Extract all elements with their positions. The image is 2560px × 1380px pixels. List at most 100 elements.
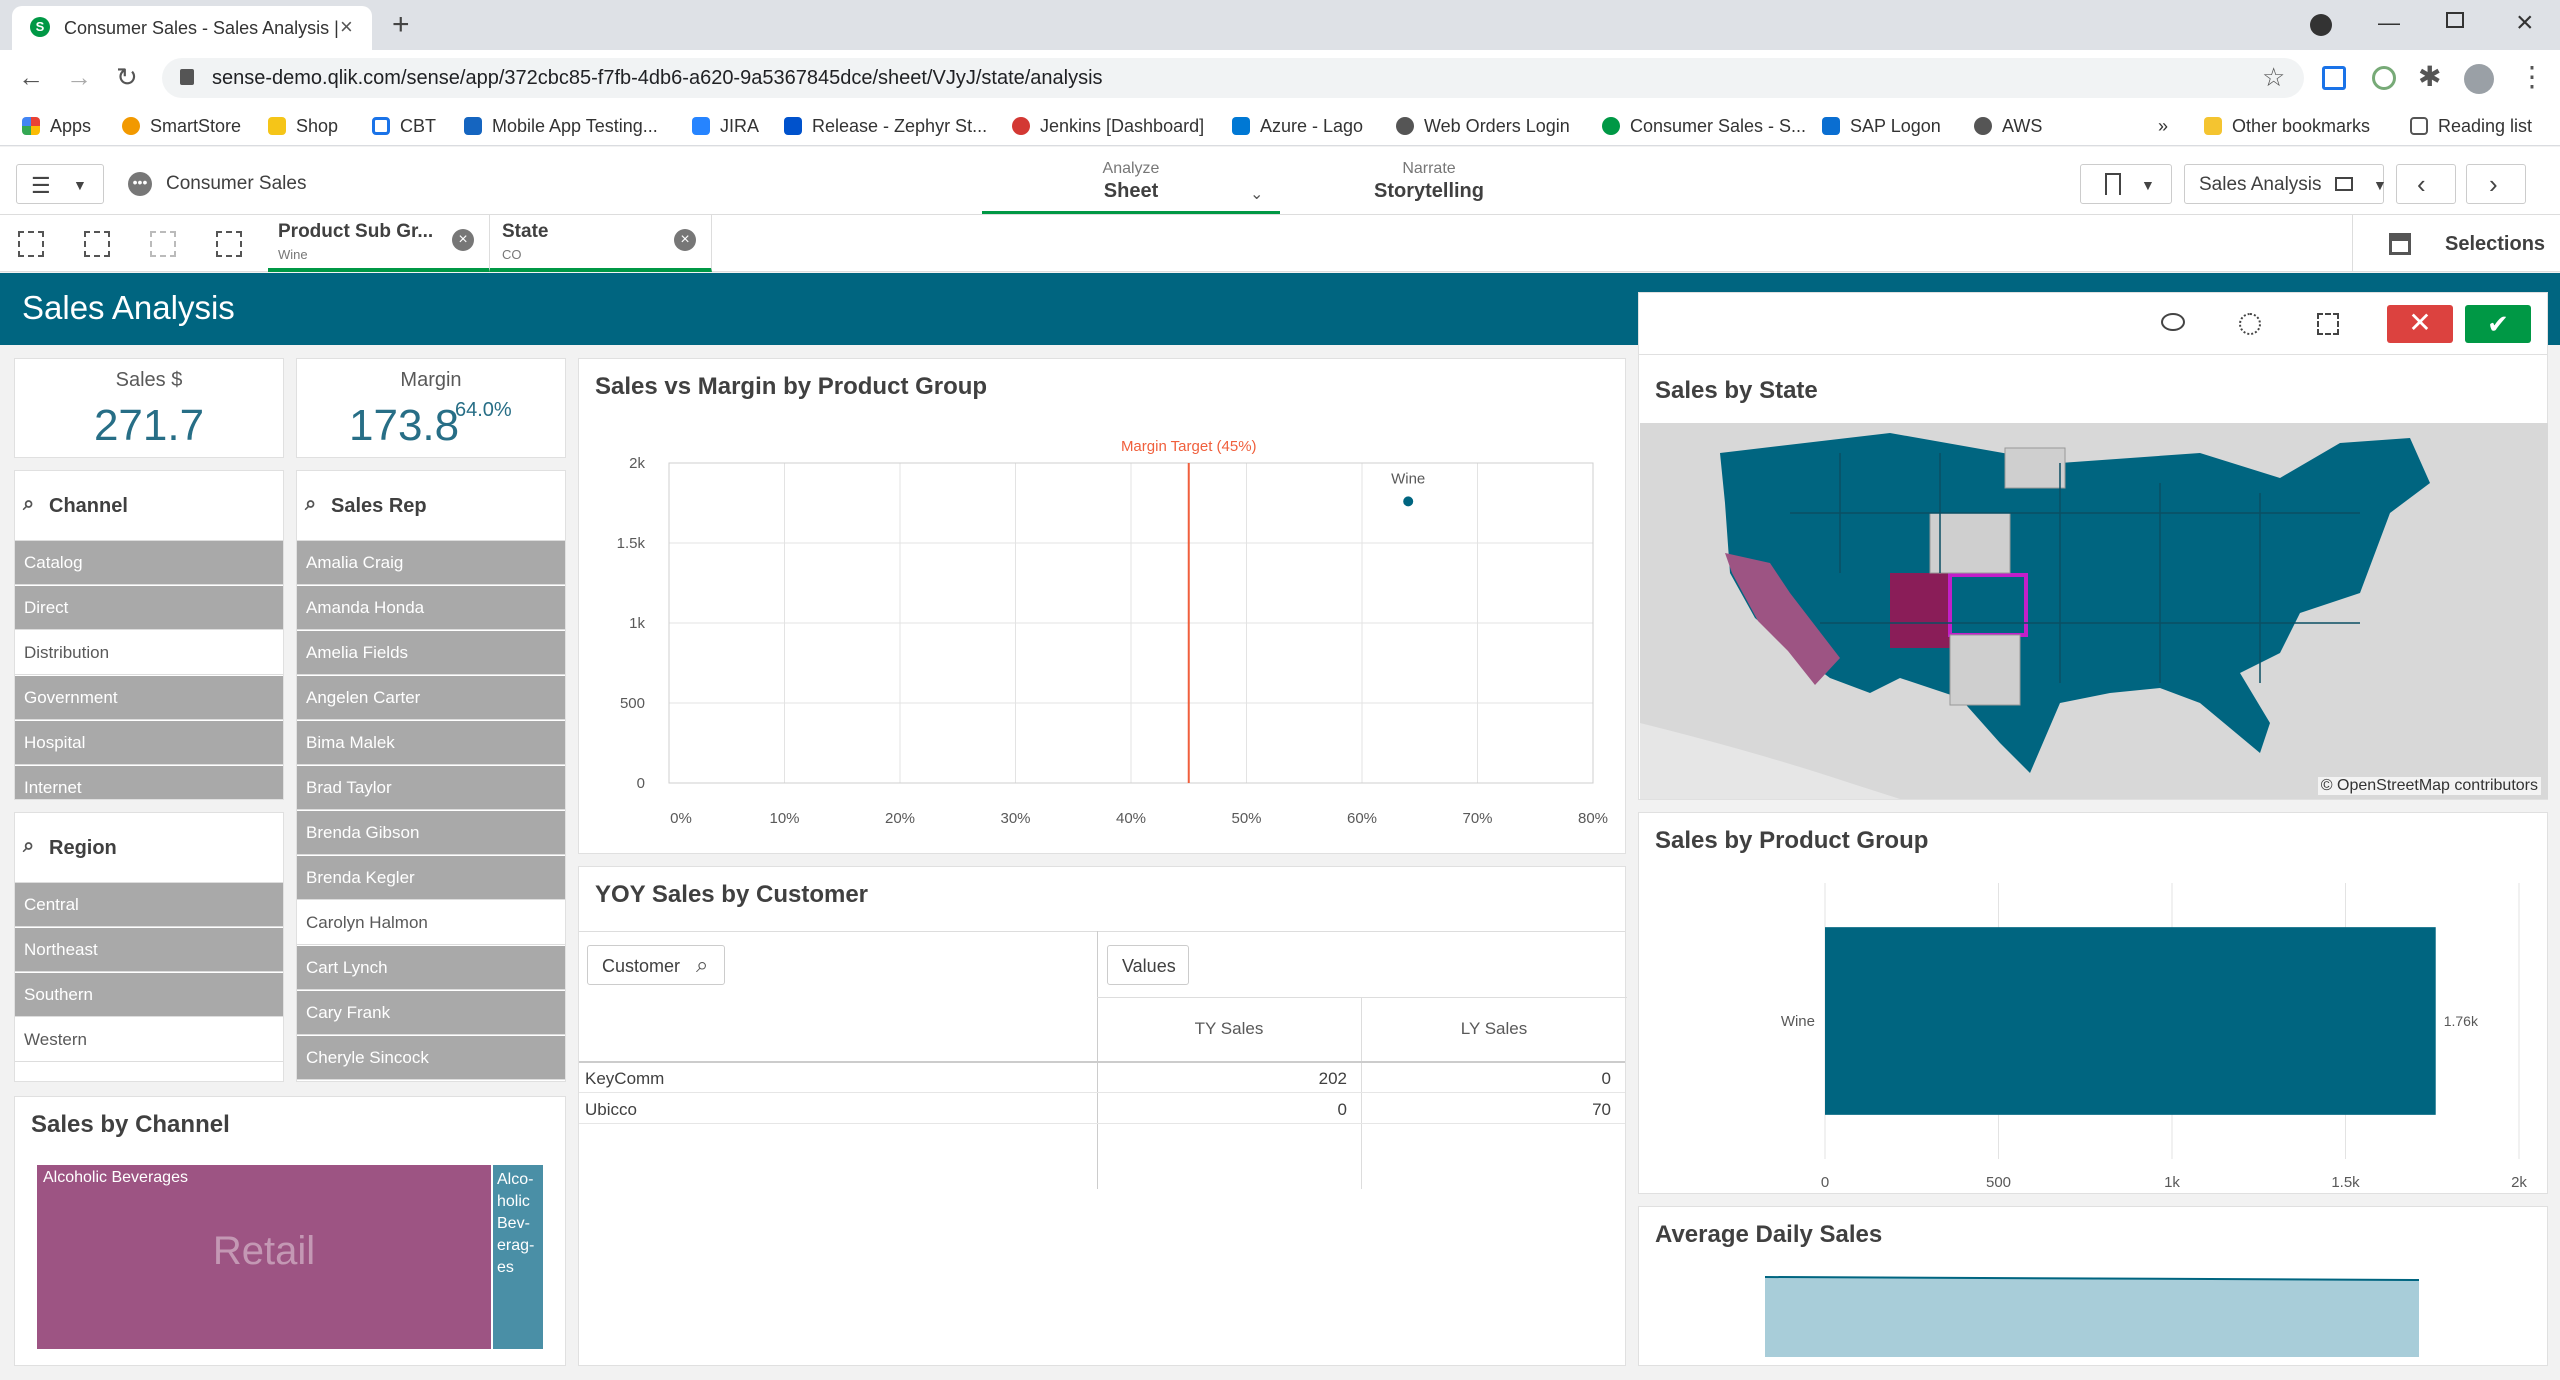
table-row[interactable]: KeyComm 202 0 (579, 1063, 1625, 1093)
channel-item[interactable]: Government (15, 676, 283, 720)
bookmark-cbt[interactable]: CBT (372, 106, 436, 146)
kpi-sales[interactable]: Sales $ 271.7 (14, 358, 284, 458)
region-item[interactable]: Central (15, 883, 283, 927)
sales-rep-item[interactable]: Amalia Craig (297, 541, 565, 585)
scatter-sales-vs-margin[interactable]: Sales vs Margin by Product Group 0% 10% 20… (578, 358, 1626, 854)
channel-item[interactable]: Distribution (15, 631, 283, 675)
bookmark-smartstore[interactable]: SmartStore (122, 106, 241, 146)
minimize-icon[interactable]: — (2378, 10, 2400, 36)
bookmark-consumer-sales[interactable]: Consumer Sales - S... (1602, 106, 1806, 146)
sales-rep-item[interactable]: Brenda Gibson (297, 811, 565, 855)
previous-sheet-button[interactable]: ‹ (2396, 164, 2456, 204)
kpi-margin[interactable]: Margin 173.8 64.0% (296, 358, 566, 458)
selections-tool-button[interactable]: Selections (2352, 215, 2560, 272)
selection-chip-state[interactable]: State CO × (490, 215, 712, 272)
clear-selection-icon[interactable]: × (674, 229, 696, 251)
bookmark-zephyr[interactable]: Release - Zephyr St... (784, 106, 987, 146)
table-yoy-sales[interactable]: YOY Sales by Customer Customer ⌕ Values … (578, 866, 1627, 1366)
tab-search-icon[interactable] (2310, 14, 2332, 36)
close-tab-icon[interactable]: × (340, 14, 353, 40)
window-close-icon[interactable]: × (2516, 6, 2534, 40)
extension-icon[interactable] (2322, 66, 2346, 90)
step-forward-icon[interactable] (150, 231, 176, 257)
bookmarks-button[interactable]: ▼ (2080, 164, 2172, 204)
nav-menu-button[interactable]: ☰ ▼ (16, 164, 104, 204)
bar-sales-by-product-group[interactable]: Sales by Product Group 0 500 1k 1.5k 2k Wine 1… (1638, 812, 2548, 1194)
us-map[interactable] (1640, 423, 2548, 799)
bookmark-apps[interactable]: Apps (22, 106, 91, 146)
sales-rep-item[interactable]: Brenda Kegler (297, 856, 565, 900)
region-item[interactable]: Northeast (15, 928, 283, 972)
reading-list[interactable]: Reading list (2410, 106, 2532, 146)
sales-rep-item[interactable]: Cary Frank (297, 991, 565, 1035)
smart-search-icon[interactable] (18, 231, 44, 257)
address-bar[interactable]: sense-demo.qlik.com/sense/app/372cbc85-f… (162, 58, 2304, 98)
forward-icon[interactable]: → (66, 62, 92, 93)
sales-rep-item[interactable]: Brad Taylor (297, 766, 565, 810)
sales-rep-item[interactable]: Amelia Fields (297, 631, 565, 675)
selection-chip-product-sub-group[interactable]: Product Sub Gr... Wine × (268, 215, 490, 272)
sales-rep-item[interactable]: Carolyn Halmon (297, 901, 565, 945)
bookmark-jenkins[interactable]: Jenkins [Dashboard] (1012, 106, 1204, 146)
bar-chart[interactable]: 0 500 1k 1.5k 2k Wine 1.76k (1639, 813, 2549, 1195)
sales-rep-item[interactable]: Bima Malek (297, 721, 565, 765)
area-chart[interactable] (1639, 1207, 2548, 1366)
analyze-tab[interactable]: Analyze Sheet ⌄ (982, 154, 1280, 214)
bookmarks-overflow[interactable]: » (2158, 106, 2168, 146)
bookmark-shop[interactable]: Shop (268, 106, 338, 146)
bookmark-mobile-app-testing[interactable]: Mobile App Testing... (464, 106, 658, 146)
next-sheet-button[interactable]: › (2466, 164, 2526, 204)
sales-rep-item[interactable]: Amanda Honda (297, 586, 565, 630)
table-row[interactable]: Ubicco 0 70 (579, 1094, 1625, 1124)
bookmark-sap[interactable]: SAP Logon (1822, 106, 1941, 146)
puzzle-icon[interactable]: ✱ (2418, 60, 2441, 93)
new-tab-icon[interactable]: + (392, 8, 410, 42)
listbox-header[interactable]: ⌕ Channel (15, 471, 283, 541)
browser-tab[interactable]: S Consumer Sales - Sales Analysis | × (12, 6, 372, 50)
listbox-region[interactable]: ⌕ Region Central Northeast Southern Western (14, 812, 284, 1082)
clear-selection-icon[interactable]: × (452, 229, 474, 251)
treemap-cell-retail[interactable]: Alcoholic Beverages Retail (37, 1165, 491, 1349)
browser-menu-icon[interactable]: ⋮ (2518, 60, 2546, 93)
listbox-header[interactable]: ⌕ Region (15, 813, 283, 883)
scatter-plot[interactable]: 0% 10% 20% 30% 40% 50% 60% 70% 80% 0 500 1k 1.5k 2k Ma… (579, 359, 1627, 855)
sales-rep-item[interactable]: Cart Lynch (297, 946, 565, 990)
region-item[interactable]: Southern (15, 973, 283, 1017)
bookmark-jira[interactable]: JIRA (692, 106, 759, 146)
listbox-header[interactable]: ⌕ Sales Rep (297, 471, 565, 541)
bookmark-azure[interactable]: Azure - Lago (1232, 106, 1363, 146)
area-average-daily-sales[interactable]: Average Daily Sales (1638, 1206, 2548, 1366)
values-button[interactable]: Values (1107, 945, 1189, 985)
clear-selection-icon[interactable] (2317, 313, 2339, 335)
region-item[interactable]: Western (15, 1018, 283, 1062)
clear-all-icon[interactable] (216, 231, 242, 257)
treemap-cell-other[interactable]: Alco-holic Bev-erag-es (493, 1165, 543, 1349)
sales-rep-item[interactable]: Cheryle Sincock (297, 1036, 565, 1080)
channel-item[interactable]: Catalog (15, 541, 283, 585)
step-back-icon[interactable] (84, 231, 110, 257)
sales-rep-item[interactable]: Angelen Carter (297, 676, 565, 720)
channel-item[interactable]: Hospital (15, 721, 283, 765)
circle-select-icon[interactable] (2239, 313, 2261, 335)
confirm-selection-button[interactable]: ✔ (2465, 305, 2531, 343)
lasso-icon[interactable] (2161, 313, 2185, 331)
narrate-tab[interactable]: Narrate Storytelling (1280, 154, 1578, 214)
other-bookmarks[interactable]: Other bookmarks (2204, 106, 2370, 146)
profile-icon[interactable] (2464, 64, 2494, 94)
bookmark-web-orders[interactable]: Web Orders Login (1396, 106, 1570, 146)
treemap-sales-by-channel[interactable]: Sales by Channel Alcoholic Beverages Ret… (14, 1096, 566, 1366)
customer-dimension-button[interactable]: Customer ⌕ (587, 945, 725, 985)
back-icon[interactable]: ← (18, 62, 44, 93)
map-sales-by-state[interactable]: ✕ ✔ Sales by State © OpenStreetMap contr… (1638, 292, 2548, 800)
channel-item[interactable]: Direct (15, 586, 283, 630)
star-icon[interactable]: ☆ (2262, 62, 2285, 93)
reload-icon[interactable]: ↻ (116, 62, 138, 93)
extension-icon-2[interactable] (2372, 66, 2396, 90)
sheet-selector[interactable]: Sales Analysis ▼ (2184, 164, 2387, 204)
cancel-selection-button[interactable]: ✕ (2387, 305, 2453, 343)
bookmark-aws[interactable]: AWS (1974, 106, 2042, 146)
listbox-channel[interactable]: ⌕ Channel Catalog Direct Distribution Govern… (14, 470, 284, 800)
listbox-sales-rep[interactable]: ⌕ Sales Rep Amalia Craig Amanda Honda Ameli… (296, 470, 566, 1082)
maximize-icon[interactable] (2446, 12, 2464, 28)
channel-item[interactable]: Internet (15, 766, 283, 799)
